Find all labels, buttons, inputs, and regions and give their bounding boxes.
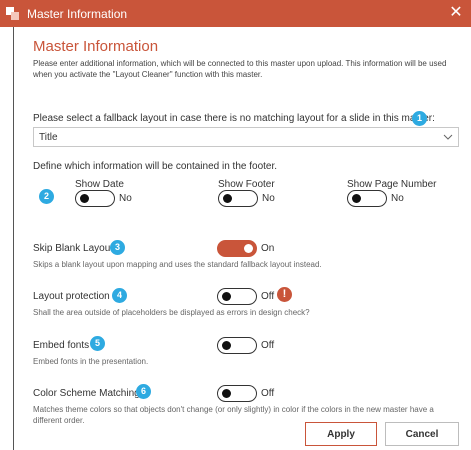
- color-scheme-toggle[interactable]: [217, 385, 257, 402]
- toggle-knob: [222, 292, 231, 301]
- footer-label: Define which information will be contain…: [33, 161, 278, 172]
- fallback-layout-value: Title: [39, 132, 58, 143]
- window-title: Master Information: [27, 7, 128, 21]
- show-footer-label: Show Footer: [218, 179, 275, 190]
- toggle-knob: [80, 194, 89, 203]
- skip-blank-label: Skip Blank Layout: [33, 243, 114, 254]
- embed-fonts-state: Off: [261, 340, 275, 351]
- embed-fonts-desc: Embed fonts in the presentation.: [33, 357, 149, 366]
- title-bar: Master Information ✕: [0, 0, 471, 27]
- show-page-number-label: Show Page Number: [347, 179, 437, 190]
- layout-protection-label: Layout protection: [33, 291, 110, 302]
- layout-protection-toggle[interactable]: [217, 288, 257, 305]
- badge-1: 1: [412, 111, 427, 126]
- fallback-layout-select[interactable]: Title: [33, 127, 459, 147]
- show-footer-toggle[interactable]: [218, 190, 258, 207]
- show-date-label: Show Date: [75, 179, 124, 190]
- app-icon: [6, 7, 19, 20]
- toggle-knob: [352, 194, 361, 203]
- page-title: Master Information: [33, 38, 159, 55]
- badge-4: 4: [112, 288, 127, 303]
- cancel-button[interactable]: Cancel: [385, 422, 459, 446]
- show-date-state: No: [119, 193, 132, 204]
- skip-blank-toggle[interactable]: [217, 240, 257, 257]
- close-icon[interactable]: ✕: [447, 4, 465, 22]
- skip-blank-state: On: [261, 243, 275, 254]
- toggle-knob: [222, 389, 231, 398]
- show-page-number-state: No: [391, 193, 404, 204]
- color-scheme-label: Color Scheme Matching: [33, 388, 140, 399]
- badge-2: 2: [39, 189, 54, 204]
- show-page-number-toggle[interactable]: [347, 190, 387, 207]
- layout-protection-state: Off: [261, 291, 275, 302]
- apply-button[interactable]: Apply: [305, 422, 377, 446]
- intro-text: Please enter additional information, whi…: [33, 59, 447, 79]
- embed-fonts-toggle[interactable]: [217, 337, 257, 354]
- badge-3: 3: [110, 240, 125, 255]
- toggle-knob: [222, 341, 231, 350]
- color-scheme-state: Off: [261, 388, 275, 399]
- warning-icon: !: [277, 287, 292, 302]
- toggle-knob: [244, 244, 253, 253]
- window-border: [13, 27, 14, 450]
- badge-6: 6: [136, 384, 151, 399]
- toggle-knob: [223, 194, 232, 203]
- chevron-down-icon: [443, 134, 453, 140]
- fallback-label: Please select a fallback layout in case …: [33, 113, 435, 124]
- skip-blank-desc: Skips a blank layout upon mapping and us…: [33, 260, 322, 269]
- badge-5: 5: [90, 336, 105, 351]
- show-date-toggle[interactable]: [75, 190, 115, 207]
- embed-fonts-label: Embed fonts: [33, 340, 90, 351]
- layout-protection-desc: Shall the area outside of placeholders b…: [33, 308, 310, 317]
- show-footer-state: No: [262, 193, 275, 204]
